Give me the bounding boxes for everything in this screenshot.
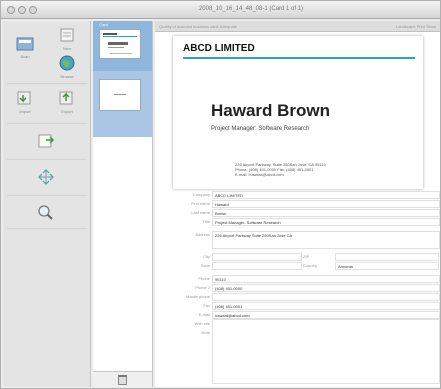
browse-button[interactable]: Browse <box>47 51 87 87</box>
app-window: 2008_10_16_14_48_08-1 (Card 1 of 1) Scan… <box>0 0 441 389</box>
card-rule <box>183 57 415 59</box>
state-field[interactable] <box>212 262 302 270</box>
info-bar: Quality of scanned business card: Adequa… <box>155 21 440 32</box>
card-contact-block: 226 Airport Parkway, Suite 250San Jose, … <box>235 162 326 177</box>
phone2-row: Phone 2 (408) 451-0000 <box>155 284 440 292</box>
scan-label: Scan <box>20 54 30 59</box>
last-name-field[interactable]: Brown <box>212 209 440 217</box>
fit-button[interactable] <box>7 159 87 193</box>
card-detail-panel: Quality of scanned business card: Adequa… <box>155 21 440 387</box>
last-name-row: Last name Brown <box>155 209 440 217</box>
card-thumbnail[interactable] <box>99 29 141 59</box>
thumbnail-back[interactable] <box>93 71 152 137</box>
zoom-tool-button[interactable] <box>7 195 87 229</box>
close-button[interactable] <box>7 6 15 14</box>
card-name: Haward Brown <box>211 101 331 120</box>
phone-row: Phone 95110 <box>155 275 440 283</box>
zip-field[interactable] <box>335 253 439 261</box>
tool-panel: Scan New Browse Import Export <box>3 21 91 387</box>
fit-arrows-icon <box>38 169 54 185</box>
mobile-row: Mobile phone <box>155 293 440 301</box>
first-name-label: First name <box>191 201 210 206</box>
window-title: 2008_10_16_14_48_08-1 (Card 1 of 1) <box>198 6 304 12</box>
first-name-field[interactable]: Haward <box>212 200 440 208</box>
import-button[interactable]: Import <box>5 86 45 122</box>
email-label: E-mail <box>198 312 210 317</box>
contact-form: Company ABCD LIMITED First name Haward L… <box>155 191 440 387</box>
title-field[interactable]: Project Manager: Software Research <box>212 218 440 226</box>
card-back-thumbnail[interactable] <box>99 79 141 111</box>
import-label: Import <box>19 109 31 114</box>
card-email: E-mail: Haward@abcd.com <box>235 172 284 177</box>
address-field[interactable]: 226 Airport Parkway Suite 250San Jose CA <box>212 231 440 249</box>
phone2-label: Phone 2 <box>195 285 210 290</box>
city-row: City ZIP <box>155 253 440 261</box>
card-company: ABCD LIMITED <box>183 43 255 54</box>
address-label: Address <box>195 232 210 237</box>
note-field[interactable] <box>212 319 440 384</box>
phone2-field[interactable]: (408) 451-0000 <box>212 284 440 292</box>
country-label: Country <box>303 263 318 268</box>
card-job-title: Project Manager: Software Research <box>211 126 310 132</box>
rotate-button[interactable] <box>7 123 87 157</box>
phone-field[interactable]: 95110 <box>212 275 440 283</box>
email-row: E-mail haward@abcd.com <box>155 311 440 319</box>
title-bar: 2008_10_16_14_48_08-1 (Card 1 of 1) <box>1 1 440 19</box>
business-card-image: ABCD LIMITED Haward Brown Project Manage… <box>173 36 423 189</box>
thumbnail-panel: Card <box>93 21 153 387</box>
state-row: State Country Armenia <box>155 262 440 270</box>
first-name-row: First name Haward <box>155 200 440 208</box>
mobile-field[interactable] <box>212 293 440 301</box>
globe-icon <box>59 55 75 71</box>
email-field[interactable]: haward@abcd.com <box>212 311 440 319</box>
zoom-icon <box>38 205 53 220</box>
thumbnail-footer <box>93 371 152 387</box>
mobile-label: Mobile phone <box>185 294 210 299</box>
new-card-icon <box>60 28 74 42</box>
zoom-button[interactable] <box>29 6 37 14</box>
scan-quality-text: Quality of scanned business card: Adequa… <box>159 24 238 29</box>
browse-label: Browse <box>60 74 74 79</box>
rotate-icon <box>38 134 55 148</box>
last-name-label: Last name <box>191 210 210 215</box>
company-field[interactable]: ABCD LIMITED <box>212 191 440 199</box>
phone-label: Phone <box>198 276 210 281</box>
fax-label: Fax <box>203 303 210 308</box>
export-label: Export <box>61 109 73 114</box>
thumbnail-label: Card <box>99 22 108 27</box>
title-label: Title <box>202 219 210 224</box>
import-icon <box>17 91 31 105</box>
state-label: State <box>200 263 210 268</box>
country-field[interactable]: Armenia <box>335 262 439 270</box>
zip-label: ZIP <box>303 254 310 259</box>
company-row: Company ABCD LIMITED <box>155 191 440 199</box>
minimize-button[interactable] <box>18 6 26 14</box>
scan-button[interactable]: Scan <box>5 31 45 67</box>
company-label: Company <box>192 192 210 197</box>
city-field[interactable] <box>212 253 302 261</box>
export-button[interactable]: Export <box>47 86 87 122</box>
view-options[interactable]: Landscape Print Show <box>396 24 436 29</box>
scan-icon <box>16 37 34 51</box>
address-row: Address 226 Airport Parkway Suite 250San… <box>155 231 440 249</box>
fax-row: Fax (408) 451-0001 <box>155 302 440 310</box>
thumbnail-selected[interactable]: Card <box>93 21 152 71</box>
title-row: Title Project Manager: Software Research <box>155 218 440 226</box>
export-icon <box>59 91 73 105</box>
trash-icon[interactable] <box>118 375 127 385</box>
city-label: City <box>203 254 210 259</box>
note-label: Note <box>201 330 210 335</box>
web-label: Web site <box>194 321 211 326</box>
fax-field[interactable]: (408) 451-0001 <box>212 302 440 310</box>
